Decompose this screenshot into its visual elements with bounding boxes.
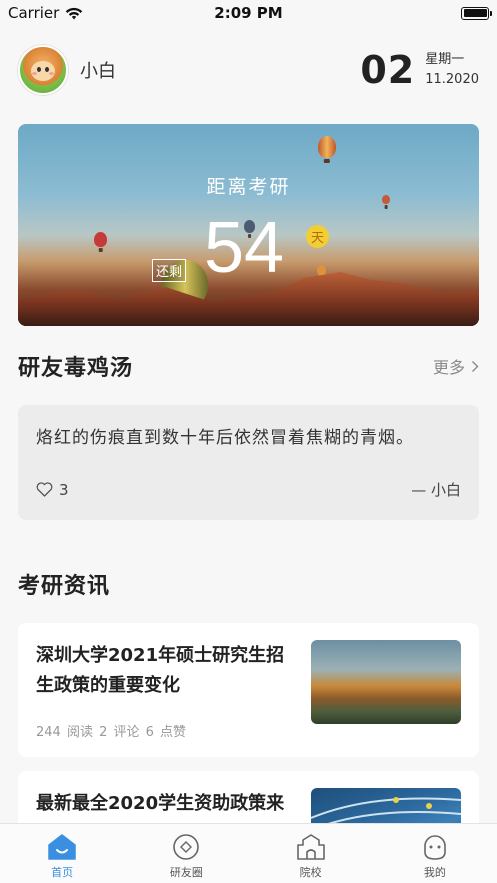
- news-title: 最新最全2020学生资助政策来: [36, 793, 285, 814]
- countdown-unit-badge: 天: [306, 225, 329, 248]
- countdown-days: 54: [204, 208, 285, 288]
- status-bar: Carrier 2:09 PM: [0, 0, 497, 26]
- quotes-section-title: 研友毒鸡汤: [18, 356, 134, 381]
- news-item[interactable]: 深圳大学2021年硕士研究生招生政策的重要变化 244 阅读 2 评论 6 点赞: [18, 623, 479, 757]
- news-section-title: 考研资讯: [18, 574, 111, 599]
- news-title: 深圳大学2021年硕士研究生招生政策的重要变化: [36, 645, 285, 696]
- balloon-image: [317, 265, 326, 276]
- tab-label: 我的: [423, 866, 446, 879]
- carrier-label: Carrier: [8, 4, 60, 22]
- like-button[interactable]: 3: [36, 481, 69, 499]
- like-count: 3: [59, 480, 69, 499]
- news-section-header: 考研资讯: [18, 568, 479, 600]
- date-block: 02 星期一 11.2020: [360, 48, 479, 92]
- more-button[interactable]: 更多: [433, 354, 479, 378]
- date-weekday: 星期一: [425, 52, 465, 67]
- heart-icon: [36, 482, 53, 497]
- tab-school[interactable]: 院校: [271, 833, 351, 880]
- balloon-image: [318, 136, 336, 158]
- wifi-icon: [66, 7, 83, 19]
- countdown-banner[interactable]: 距离考研 还剩 54 天: [18, 124, 479, 326]
- username: 小白: [80, 61, 116, 82]
- chevron-right-icon: [472, 360, 479, 372]
- quote-text: 烙红的伤痕直到数十年后依然冒着焦糊的青烟。: [36, 428, 414, 448]
- tab-profile[interactable]: 我的: [395, 833, 475, 880]
- circle-icon: [173, 834, 200, 860]
- quote-author: — 小白: [411, 481, 461, 499]
- home-icon: [48, 834, 76, 860]
- battery-icon: [461, 6, 492, 20]
- date-day: 02: [360, 48, 416, 92]
- news-thumbnail: [311, 640, 461, 724]
- date-month-year: 11.2020: [425, 72, 479, 87]
- tab-home[interactable]: 首页: [22, 833, 102, 880]
- countdown-prefix: 还剩: [152, 259, 187, 282]
- tab-circle[interactable]: 研友圈: [146, 833, 226, 880]
- tab-label: 研友圈: [169, 866, 203, 879]
- header: 小白 02 星期一 11.2020: [18, 44, 479, 96]
- tab-label: 首页: [51, 866, 74, 879]
- balloon-image: [94, 232, 107, 247]
- user-profile[interactable]: 小白: [18, 45, 116, 95]
- quote-card[interactable]: 烙红的伤痕直到数十年后依然冒着焦糊的青烟。 3 — 小白: [18, 405, 479, 520]
- school-icon: [296, 834, 325, 860]
- countdown-title: 距离考研: [206, 176, 291, 198]
- profile-icon: [424, 835, 446, 860]
- quotes-section-header: 研友毒鸡汤 更多: [18, 350, 479, 382]
- tab-bar: 首页 研友圈 院校 我的: [0, 823, 497, 883]
- tab-label: 院校: [299, 866, 322, 879]
- avatar[interactable]: [18, 45, 68, 95]
- more-label: 更多: [432, 358, 465, 377]
